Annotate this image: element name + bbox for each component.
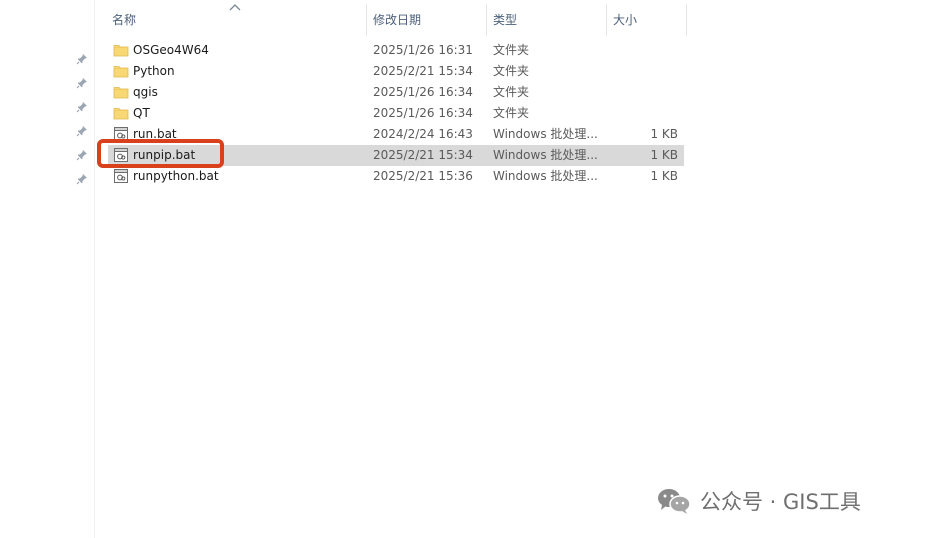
file-type: Windows 批处理...	[493, 148, 598, 162]
pin-icon[interactable]	[76, 77, 88, 89]
file-date-modified: 2025/1/26 16:31	[373, 43, 473, 57]
file-date-modified: 2025/1/26 16:34	[373, 106, 473, 120]
file-name: Python	[133, 64, 175, 78]
pin-icon[interactable]	[76, 101, 88, 113]
file-date-modified: 2025/2/21 15:34	[373, 148, 473, 162]
column-header: 名称 修改日期 类型 大小	[100, 4, 690, 36]
file-type: Windows 批处理...	[493, 127, 598, 141]
pin-icon[interactable]	[76, 53, 88, 65]
pin-icon[interactable]	[76, 173, 88, 185]
quick-access-pane	[0, 0, 95, 538]
column-header-name[interactable]: 名称	[100, 4, 367, 36]
highlight-annotation	[97, 139, 224, 168]
file-name: OSGeo4W64	[133, 43, 209, 57]
batch-file-icon	[113, 168, 131, 184]
file-size: 1 KB	[650, 169, 678, 183]
file-row[interactable]: OSGeo4W64 2025/1/26 16:31 文件夹	[108, 40, 684, 61]
watermark: 公众号 · GIS工具	[656, 484, 861, 518]
column-header-type[interactable]: 类型	[487, 4, 607, 36]
file-row[interactable]: Python 2025/2/21 15:34 文件夹	[108, 61, 684, 82]
file-row[interactable]: runpython.bat 2025/2/21 15:36 Windows 批处理.…	[108, 166, 684, 187]
folder-icon	[113, 63, 131, 79]
pin-icon[interactable]	[76, 149, 88, 161]
folder-icon	[113, 42, 131, 58]
file-date-modified: 2025/2/21 15:34	[373, 64, 473, 78]
file-type: 文件夹	[493, 64, 530, 78]
file-date-modified: 2025/2/21 15:36	[373, 169, 473, 183]
file-type: 文件夹	[493, 43, 530, 57]
pin-icon[interactable]	[76, 125, 88, 137]
watermark-text: 公众号 · GIS工具	[700, 490, 861, 514]
file-name: QT	[133, 106, 150, 120]
file-row[interactable]: QT 2025/1/26 16:34 文件夹	[108, 103, 684, 124]
column-header-size[interactable]: 大小	[607, 4, 687, 36]
file-name: runpython.bat	[133, 169, 219, 183]
file-type: 文件夹	[493, 106, 530, 120]
wechat-icon	[658, 489, 691, 514]
folder-icon	[113, 84, 131, 100]
file-type: Windows 批处理...	[493, 169, 598, 183]
file-size: 1 KB	[650, 148, 678, 162]
file-explorer: 名称 修改日期 类型 大小 OSGeo4W64 2025/1/26 16:31 文件…	[0, 0, 926, 538]
file-name: qgis	[133, 85, 158, 99]
file-date-modified: 2025/1/26 16:34	[373, 85, 473, 99]
file-row[interactable]: qgis 2025/1/26 16:34 文件夹	[108, 82, 684, 103]
column-header-date-modified[interactable]: 修改日期	[367, 4, 487, 36]
file-size: 1 KB	[650, 127, 678, 141]
folder-icon	[113, 105, 131, 121]
file-type: 文件夹	[493, 85, 530, 99]
file-date-modified: 2024/2/24 16:43	[373, 127, 473, 141]
